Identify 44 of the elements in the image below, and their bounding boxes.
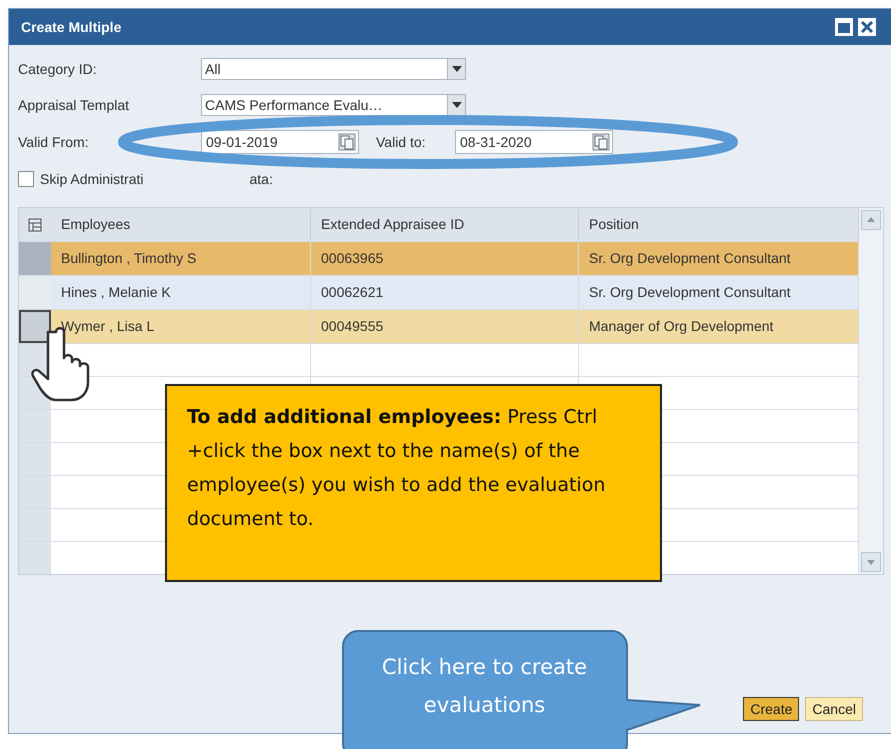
field-label: Valid From:: [18, 132, 90, 152]
dropdown-button[interactable]: [447, 95, 465, 115]
create-button[interactable]: Create: [743, 697, 800, 721]
checkbox-label: ata:: [249, 170, 273, 188]
checkbox-label: Skip Administrati: [40, 170, 144, 189]
window-title: Create Multiple: [21, 18, 122, 37]
table-settings-icon[interactable]: [28, 218, 42, 232]
category-dropdown[interactable]: All: [201, 58, 466, 80]
date-value: 09-01-2019: [205, 132, 279, 152]
field-label: Valid to:: [376, 132, 427, 152]
table-cell: Sr. Org Development Consultant: [579, 242, 859, 275]
table-cell: Manager of Org Development: [579, 310, 859, 343]
caret-icon: [452, 102, 462, 108]
dropdown-value: CAMS Performance Evalu…: [204, 96, 384, 114]
date-field[interactable]: 08-31-2020: [455, 130, 613, 154]
table-cell: 00063965: [311, 242, 579, 275]
callout-text: Click here to create evaluations: [380, 654, 588, 719]
table-cell: 00062621: [311, 276, 579, 309]
cancel-button[interactable]: Cancel: [805, 697, 863, 721]
date-field[interactable]: 09-01-2019: [201, 130, 359, 154]
table-cell: Bullington , Timothy S: [51, 242, 311, 275]
scrollbar[interactable]: [859, 208, 883, 574]
caret-icon: [452, 66, 462, 72]
calendar-icon[interactable]: [338, 133, 356, 151]
checkbox[interactable]: [18, 171, 34, 187]
table-cell: Hines , Melanie K: [51, 276, 311, 309]
instruction-text: To add additional employees: Press Ctrl +click the box next to the name(s) of the employee(s) you wish to add the evaluation document to.: [187, 405, 606, 532]
dropdown-button[interactable]: [447, 59, 465, 79]
table-cell: Sr. Org Development Consultant: [579, 276, 859, 309]
column-header[interactable]: Extended Appraisee ID: [311, 208, 579, 241]
row-selector[interactable]: [19, 310, 51, 343]
table-cell: 00049555: [311, 310, 579, 343]
close-icon[interactable]: [857, 17, 877, 37]
dropdown-value: All: [204, 60, 222, 78]
table-cell: Wymer , Lisa L: [51, 310, 311, 343]
template-dropdown[interactable]: CAMS Performance Evalu…: [201, 94, 466, 116]
field-label: Appraisal Templat: [18, 96, 130, 115]
maximize-icon[interactable]: [834, 17, 854, 37]
field-label: Category ID:: [18, 60, 98, 79]
date-value: 08-31-2020: [459, 132, 533, 152]
column-header[interactable]: Employees: [51, 208, 311, 241]
scroll-down-icon[interactable]: [861, 552, 881, 572]
calendar-icon[interactable]: [592, 133, 610, 151]
scroll-up-icon[interactable]: [861, 210, 881, 230]
